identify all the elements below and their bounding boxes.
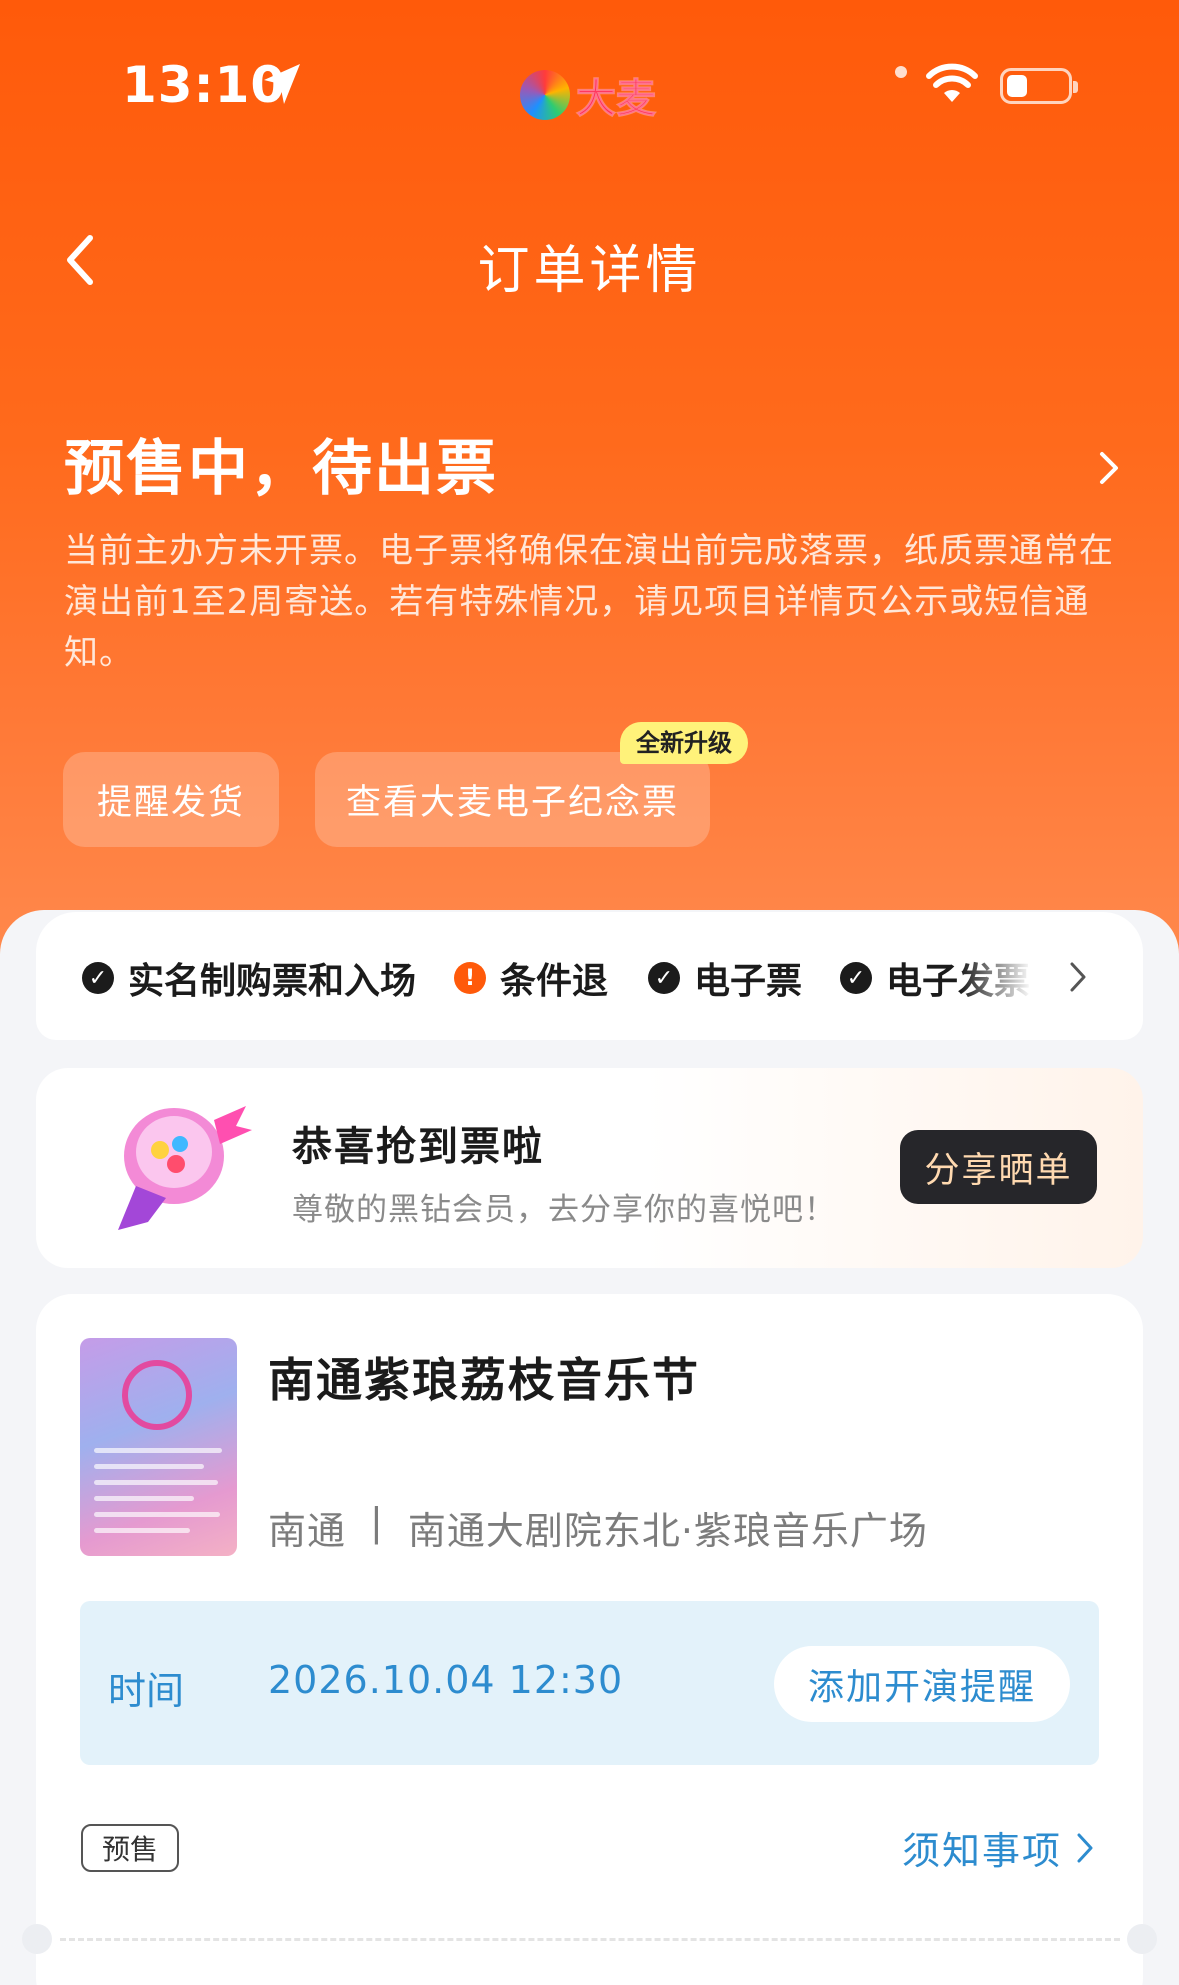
notice-link-label: 须知事项 [902,1829,1063,1873]
event-city: 南通 [268,1509,347,1553]
check-circle-icon: ✓ [82,962,114,994]
ticket-gift-illustration-icon [118,1106,252,1230]
damai-logo-icon [520,70,570,120]
check-circle-icon: ✓ [648,962,680,994]
chevron-right-icon [1077,1833,1093,1862]
add-show-reminder-button[interactable]: 添加开演提醒 [774,1646,1070,1722]
order-detail-screen: 13:10 大麦 订单详情 预售中，待出票 当前主办方未开票。电子票将确保在演出… [0,0,1179,1985]
order-status-title[interactable]: 预售中，待出票 [64,420,498,507]
share-order-button[interactable]: 分享晒单 [900,1130,1097,1204]
event-location: 南通 | 南通大剧院东北·紫琅音乐广场 [268,1500,928,1555]
brand-logo: 大麦 [520,66,657,124]
share-subtitle: 尊敬的黑钻会员，去分享你的喜悦吧！ [292,1192,836,1228]
chevron-right-icon[interactable] [1096,448,1122,488]
order-status-description: 当前主办方未开票。电子票将确保在演出前完成落票，纸质票通常在演出前1至2周寄送。… [64,531,1114,673]
policy-refund: ! 条件退 [454,952,608,1004]
event-time-value: 2026.10.04 12:30 [268,1658,624,1702]
view-eticket-button[interactable]: 查看大麦电子纪念票 [315,752,710,847]
signal-icon [895,66,907,78]
policy-label: 条件退 [500,961,609,1002]
warning-circle-icon: ! [454,962,486,994]
ticket-divider [60,1938,1120,1941]
remind-shipping-button[interactable]: 提醒发货 [63,752,279,847]
share-title: 恭喜抢到票啦 [292,1124,544,1170]
event-poster[interactable] [80,1338,237,1556]
event-venue-name: 南通大剧院东北·紫琅音乐广场 [407,1509,928,1553]
chevron-right-icon[interactable] [1068,960,1088,994]
new-upgrade-badge: 全新升级 [620,722,748,764]
wifi-icon [926,63,978,102]
policy-label: 电子票 [694,961,803,1002]
time-label: 时间 [108,1669,185,1713]
location-arrow-icon [264,64,300,104]
venue-separator: | [370,1500,384,1544]
check-circle-icon: ✓ [840,962,872,994]
battery-icon [1000,68,1078,104]
ticket-notch-right [1127,1924,1157,1954]
ticket-notch-left [22,1924,52,1954]
policy-eticket: ✓ 电子票 [648,952,802,1004]
presale-tag: 预售 [81,1824,179,1872]
policy-label: 实名制购票和入场 [128,961,417,1002]
notice-link[interactable]: 须知事项 [902,1820,1094,1875]
event-title[interactable]: 南通紫琅荔枝音乐节 [268,1344,700,1410]
page-title: 订单详情 [477,241,702,301]
brand-name: 大麦 [576,76,657,123]
policy-fade [960,940,1080,1020]
policy-real-name: ✓ 实名制购票和入场 [82,952,416,1004]
